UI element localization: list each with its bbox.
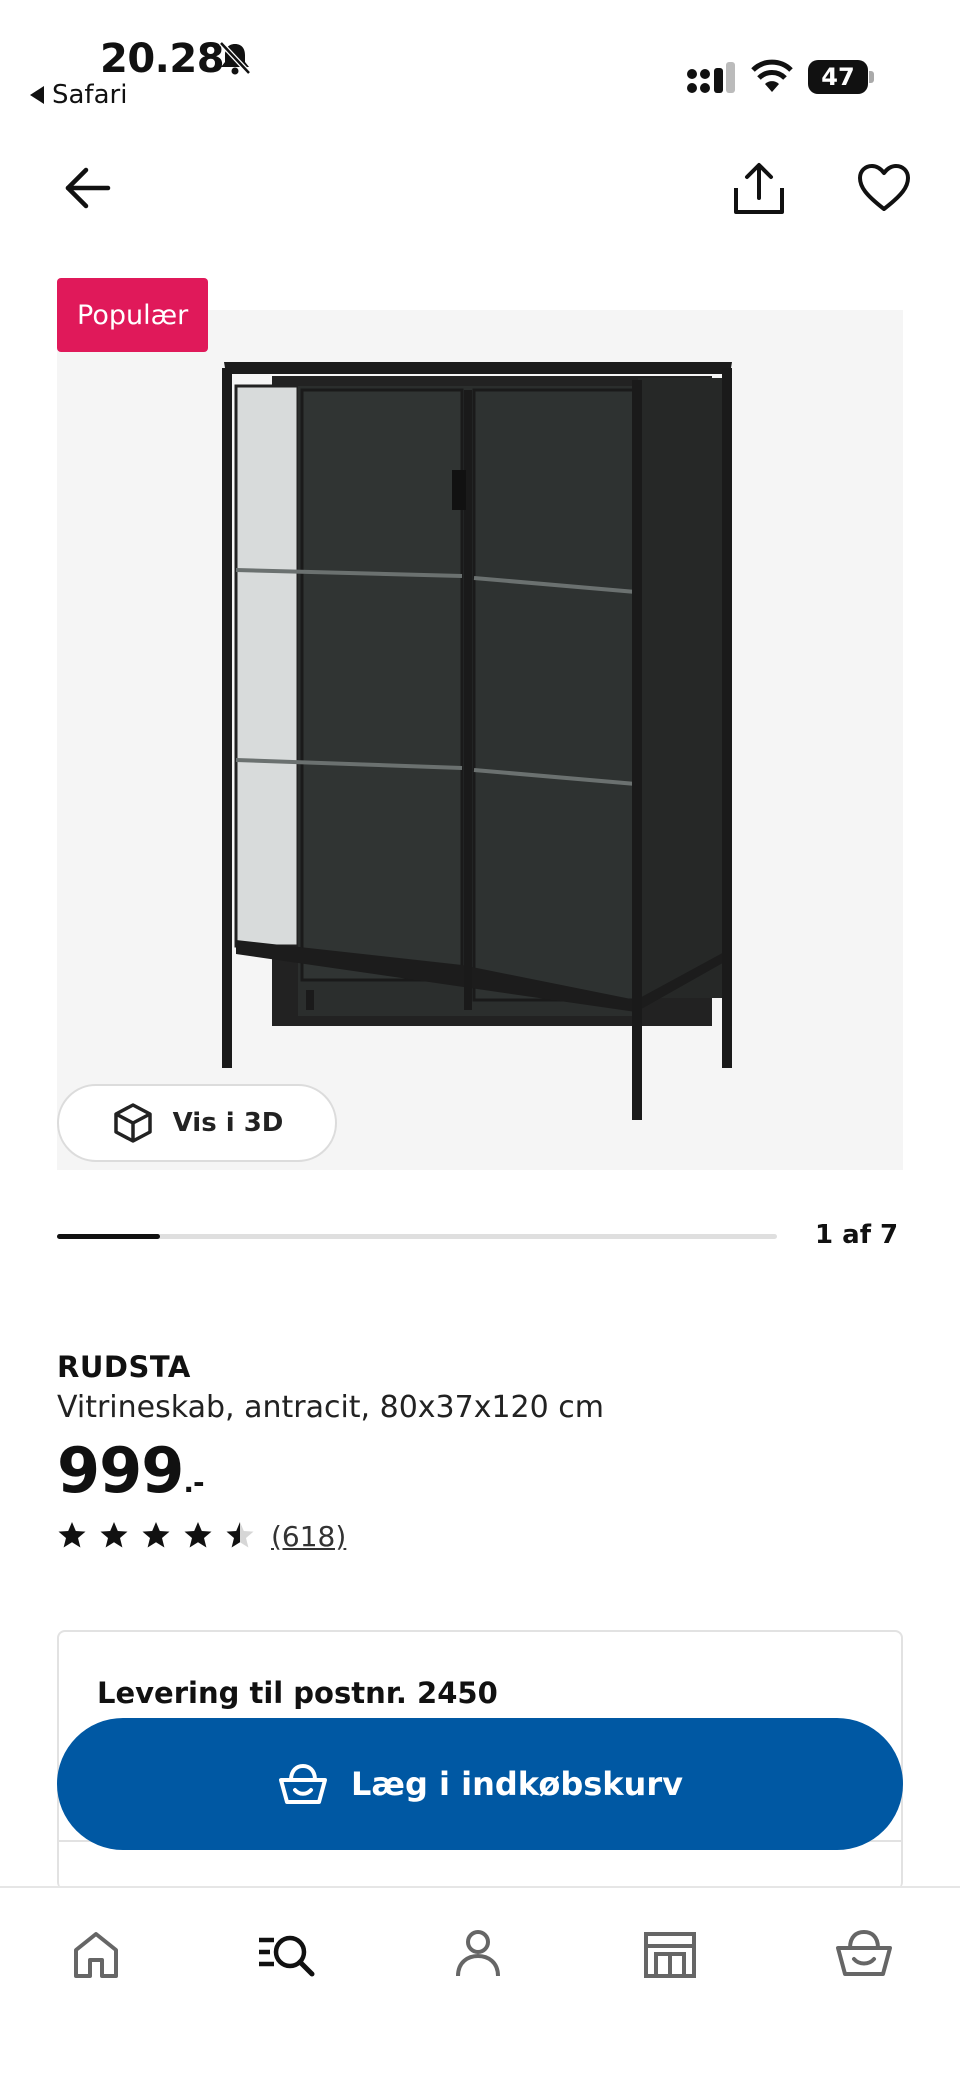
add-to-cart-label: Læg i indkøbskurv — [351, 1765, 683, 1803]
star-icon — [226, 1522, 254, 1548]
view-in-3d-label: Vis i 3D — [172, 1108, 284, 1138]
cellular-signal-icon — [687, 62, 735, 93]
heart-icon[interactable] — [856, 162, 912, 214]
arrow-left-icon[interactable] — [62, 162, 114, 214]
popular-badge: Populær — [57, 278, 209, 352]
product-price: 999.- — [57, 1434, 205, 1507]
status-time: 20.28 — [100, 36, 225, 82]
home-icon[interactable] — [66, 1924, 126, 1984]
share-icon[interactable] — [730, 160, 788, 218]
star-icon — [184, 1522, 212, 1548]
battery-indicator: 47 — [808, 60, 874, 94]
back-app-label: Safari — [52, 80, 128, 110]
gallery-progress-track — [57, 1234, 777, 1239]
basket-icon — [279, 1763, 328, 1804]
bell-muted-icon — [219, 41, 251, 75]
basket-tab-icon[interactable] — [834, 1924, 894, 1984]
product-description: Vitrineskab, antracit, 80x37x120 cm — [57, 1390, 604, 1425]
view-in-3d-button[interactable]: Vis i 3D — [57, 1084, 337, 1162]
gallery-position-label: 1 af 7 — [815, 1220, 899, 1250]
battery-cap — [869, 71, 874, 83]
star-icon — [100, 1522, 128, 1548]
star-icon — [142, 1522, 170, 1548]
wifi-icon — [751, 59, 793, 92]
bottom-tab-bar — [0, 1886, 960, 2087]
profile-icon[interactable] — [448, 1924, 508, 1984]
review-count-link[interactable]: (618) — [271, 1520, 346, 1553]
product-name: RUDSTA — [57, 1350, 191, 1384]
price-suffix: .- — [183, 1466, 204, 1499]
cube-3d-icon — [113, 1103, 152, 1143]
cabinet-illustration — [222, 362, 732, 1120]
delivery-title: Levering til postnr. 2450 — [97, 1676, 498, 1710]
store-icon[interactable] — [640, 1924, 700, 1984]
rating-stars[interactable] — [57, 1520, 255, 1550]
back-to-safari[interactable]: Safari — [30, 80, 127, 110]
gallery-progress-fill — [57, 1234, 160, 1239]
price-value: 999 — [57, 1434, 184, 1507]
back-triangle-icon — [30, 86, 44, 104]
add-to-cart-button[interactable]: Læg i indkøbskurv — [57, 1718, 903, 1850]
battery-level: 47 — [808, 60, 868, 94]
star-icon — [58, 1522, 86, 1548]
search-icon[interactable] — [256, 1924, 316, 1984]
